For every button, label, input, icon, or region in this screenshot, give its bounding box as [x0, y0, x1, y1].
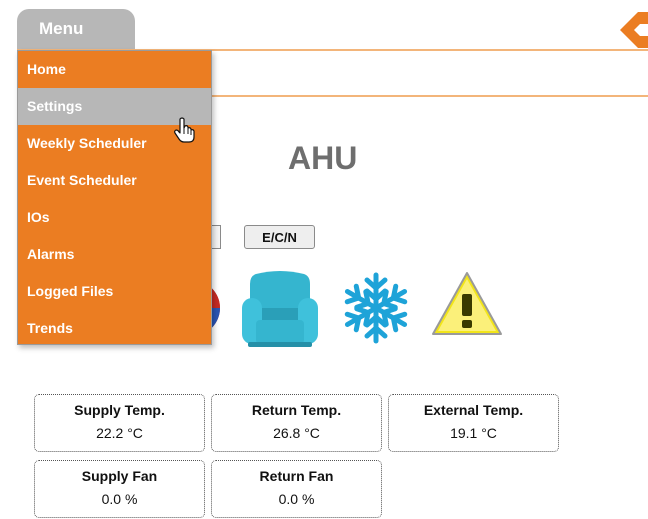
reading-label: Return Fan	[259, 468, 334, 484]
reading-value: 19.1 °C	[450, 425, 497, 441]
hand-cursor-icon	[174, 117, 195, 143]
reading-card-supply-temp: Supply Temp. 22.2 °C	[34, 394, 205, 452]
page-title: AHU	[288, 140, 358, 176]
menu-tab[interactable]: Menu	[17, 9, 135, 50]
reading-card-supply-fan: Supply Fan 0.0 %	[34, 460, 205, 518]
reading-label: External Temp.	[423, 402, 524, 418]
reading-label: Return Temp.	[251, 402, 342, 418]
menu-item-home[interactable]: Home	[18, 51, 211, 88]
reading-value: 26.8 °C	[273, 425, 320, 441]
menu-item-event-scheduler[interactable]: Event Scheduler	[18, 162, 211, 199]
reading-card-external-temp: External Temp. 19.1 °C	[388, 394, 559, 452]
warning-icon	[432, 272, 502, 335]
ecn-mode-button[interactable]: E/C/N	[244, 225, 315, 249]
reading-value: 22.2 °C	[96, 425, 143, 441]
reading-value: 0.0 %	[278, 491, 315, 507]
menu-item-ios[interactable]: IOs	[18, 199, 211, 236]
menu-item-alarms[interactable]: Alarms	[18, 236, 211, 273]
reading-card-return-fan: Return Fan 0.0 %	[211, 460, 382, 518]
snowflake-icon	[338, 272, 414, 346]
menu-item-logged-files[interactable]: Logged Files	[18, 273, 211, 310]
reading-value: 0.0 %	[101, 491, 138, 507]
menu-item-trends[interactable]: Trends	[18, 310, 211, 347]
reading-label: Supply Temp.	[74, 402, 165, 418]
reading-card-return-temp: Return Temp. 26.8 °C	[211, 394, 382, 452]
armchair-icon	[242, 271, 318, 347]
reading-label: Supply Fan	[81, 468, 158, 484]
logo-icon	[620, 12, 648, 48]
menu-dropdown: Home Settings Weekly Scheduler Event Sch…	[17, 50, 212, 345]
